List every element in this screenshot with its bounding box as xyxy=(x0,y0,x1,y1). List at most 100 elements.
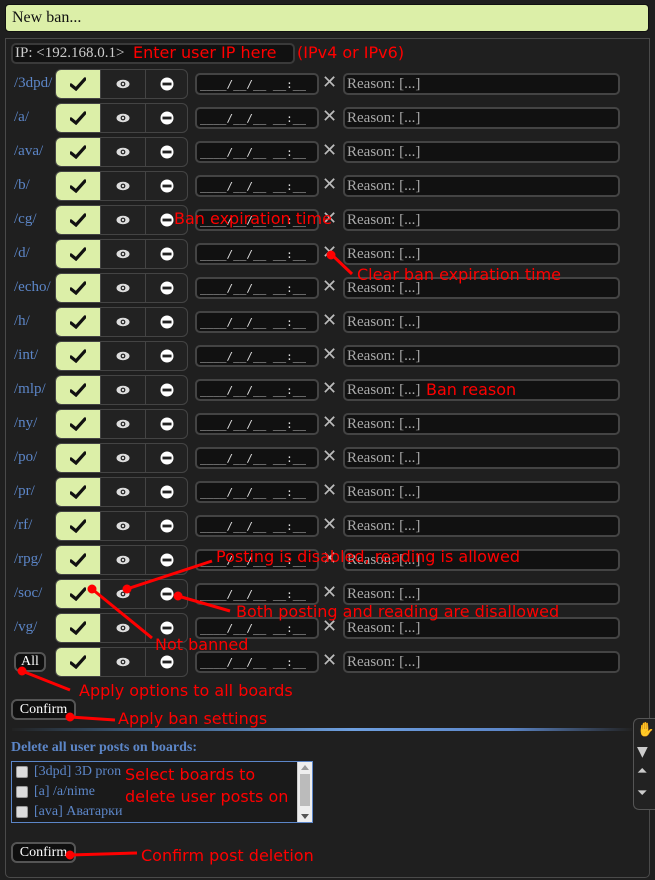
board-label[interactable]: /mlp/ xyxy=(14,381,46,398)
read-only-option[interactable] xyxy=(100,512,145,540)
confirm-ban-button[interactable]: Confirm xyxy=(11,699,76,720)
clear-expiration-icon[interactable]: ✕ xyxy=(322,516,338,534)
board-label[interactable]: /a/ xyxy=(14,109,29,126)
read-only-option[interactable] xyxy=(100,104,145,132)
clear-expiration-icon[interactable]: ✕ xyxy=(322,108,338,126)
board-label[interactable]: /d/ xyxy=(14,245,30,262)
reason-input[interactable]: Reason: [...] xyxy=(343,651,620,673)
reason-input[interactable]: Reason: [...] xyxy=(343,447,620,469)
expiration-input[interactable]: ____/__/__ __:__ xyxy=(195,277,319,299)
not-banned-option[interactable] xyxy=(56,172,100,200)
reason-input[interactable]: Reason: [...] xyxy=(343,481,620,503)
not-banned-option[interactable] xyxy=(56,274,100,302)
checkbox[interactable] xyxy=(16,806,28,818)
clear-expiration-icon[interactable]: ✕ xyxy=(322,652,338,670)
clear-expiration-icon[interactable]: ✕ xyxy=(322,142,338,160)
reason-input[interactable]: Reason: [...] xyxy=(343,345,620,367)
scroll-up-icon[interactable] xyxy=(301,765,309,770)
expiration-input[interactable]: ____/__/__ __:__ xyxy=(195,243,319,265)
read-only-option[interactable] xyxy=(100,172,145,200)
checkbox[interactable] xyxy=(16,766,28,778)
expiration-input[interactable]: ____/__/__ __:__ xyxy=(195,345,319,367)
clear-expiration-icon[interactable]: ✕ xyxy=(322,74,338,92)
apply-all-button[interactable]: All xyxy=(14,652,46,672)
full-ban-option[interactable] xyxy=(145,274,187,302)
expiration-input[interactable]: ____/__/__ __:__ xyxy=(195,515,319,537)
not-banned-option[interactable] xyxy=(56,138,100,166)
not-banned-option[interactable] xyxy=(56,546,100,574)
read-only-option[interactable] xyxy=(100,342,145,370)
full-ban-option[interactable] xyxy=(145,240,187,268)
read-only-option[interactable] xyxy=(100,206,145,234)
full-ban-option[interactable] xyxy=(145,512,187,540)
reason-input[interactable]: Reason: [...] xyxy=(343,73,620,95)
confirm-delete-button[interactable]: Confirm xyxy=(11,842,76,863)
full-ban-option[interactable] xyxy=(145,70,187,98)
read-only-option[interactable] xyxy=(100,410,145,438)
double-chevron-down-icon[interactable]: ⏷ xyxy=(637,787,647,801)
expiration-input[interactable]: ____/__/__ __:__ xyxy=(195,73,319,95)
full-ban-option[interactable] xyxy=(145,308,187,336)
board-label[interactable]: /echo/ xyxy=(14,279,51,296)
reason-input[interactable]: Reason: [...] xyxy=(343,107,620,129)
read-only-option[interactable] xyxy=(100,614,145,642)
board-label[interactable]: /cg/ xyxy=(14,211,37,228)
read-only-option[interactable] xyxy=(100,580,145,608)
board-label[interactable]: /ny/ xyxy=(14,415,37,432)
full-ban-option[interactable] xyxy=(145,172,187,200)
full-ban-option[interactable] xyxy=(145,580,187,608)
board-label[interactable]: /3dpd/ xyxy=(14,75,52,92)
full-ban-option[interactable] xyxy=(145,342,187,370)
read-only-option[interactable] xyxy=(100,478,145,506)
board-label[interactable]: /h/ xyxy=(14,313,30,330)
board-label[interactable]: /b/ xyxy=(14,177,30,194)
clear-expiration-icon[interactable]: ✕ xyxy=(322,448,338,466)
triangle-down-icon[interactable]: ▼ xyxy=(637,745,648,759)
not-banned-option[interactable] xyxy=(56,206,100,234)
board-label[interactable]: /vg/ xyxy=(14,619,37,636)
read-only-option[interactable] xyxy=(100,648,145,676)
reason-input[interactable]: Reason: [...] xyxy=(343,413,620,435)
expiration-input[interactable]: ____/__/__ __:__ xyxy=(195,311,319,333)
reason-input[interactable]: Reason: [...] xyxy=(343,175,620,197)
not-banned-option[interactable] xyxy=(56,478,100,506)
board-label[interactable]: /int/ xyxy=(14,347,38,364)
expiration-input[interactable]: ____/__/__ __:__ xyxy=(195,481,319,503)
scroll-down-icon[interactable] xyxy=(301,814,309,819)
new-ban-header[interactable]: New ban... xyxy=(5,4,649,32)
not-banned-option[interactable] xyxy=(56,308,100,336)
clear-expiration-icon[interactable]: ✕ xyxy=(322,312,338,330)
reason-input[interactable]: Reason: [...] xyxy=(343,515,620,537)
clear-expiration-icon[interactable]: ✕ xyxy=(322,244,338,262)
expiration-input[interactable]: ____/__/__ __:__ xyxy=(195,413,319,435)
board-label[interactable]: /pr/ xyxy=(14,483,35,500)
clear-expiration-icon[interactable]: ✕ xyxy=(322,414,338,432)
read-only-option[interactable] xyxy=(100,70,145,98)
read-only-option[interactable] xyxy=(100,240,145,268)
not-banned-option[interactable] xyxy=(56,342,100,370)
not-banned-option[interactable] xyxy=(56,410,100,438)
reason-input[interactable]: Reason: [...] xyxy=(343,243,620,265)
full-ban-option[interactable] xyxy=(145,410,187,438)
checkbox[interactable] xyxy=(16,786,28,798)
full-ban-option[interactable] xyxy=(145,444,187,472)
expiration-input[interactable]: ____/__/__ __:__ xyxy=(195,379,319,401)
read-only-option[interactable] xyxy=(100,444,145,472)
full-ban-option[interactable] xyxy=(145,546,187,574)
expiration-input[interactable]: ____/__/__ __:__ xyxy=(195,175,319,197)
expiration-input[interactable]: ____/__/__ __:__ xyxy=(195,447,319,469)
not-banned-option[interactable] xyxy=(56,444,100,472)
not-banned-option[interactable] xyxy=(56,580,100,608)
reason-input[interactable]: Reason: [...] xyxy=(343,209,620,231)
hand-icon[interactable]: ✋ xyxy=(637,723,654,737)
read-only-option[interactable] xyxy=(100,138,145,166)
reason-input[interactable]: Reason: [...] xyxy=(343,141,620,163)
not-banned-option[interactable] xyxy=(56,614,100,642)
reason-input[interactable]: Reason: [...] xyxy=(343,311,620,333)
clear-expiration-icon[interactable]: ✕ xyxy=(322,380,338,398)
double-chevron-up-icon[interactable]: ⏶ xyxy=(637,765,647,779)
not-banned-option[interactable] xyxy=(56,240,100,268)
board-label[interactable]: /po/ xyxy=(14,449,37,466)
board-label[interactable]: /soc/ xyxy=(14,585,42,602)
read-only-option[interactable] xyxy=(100,546,145,574)
